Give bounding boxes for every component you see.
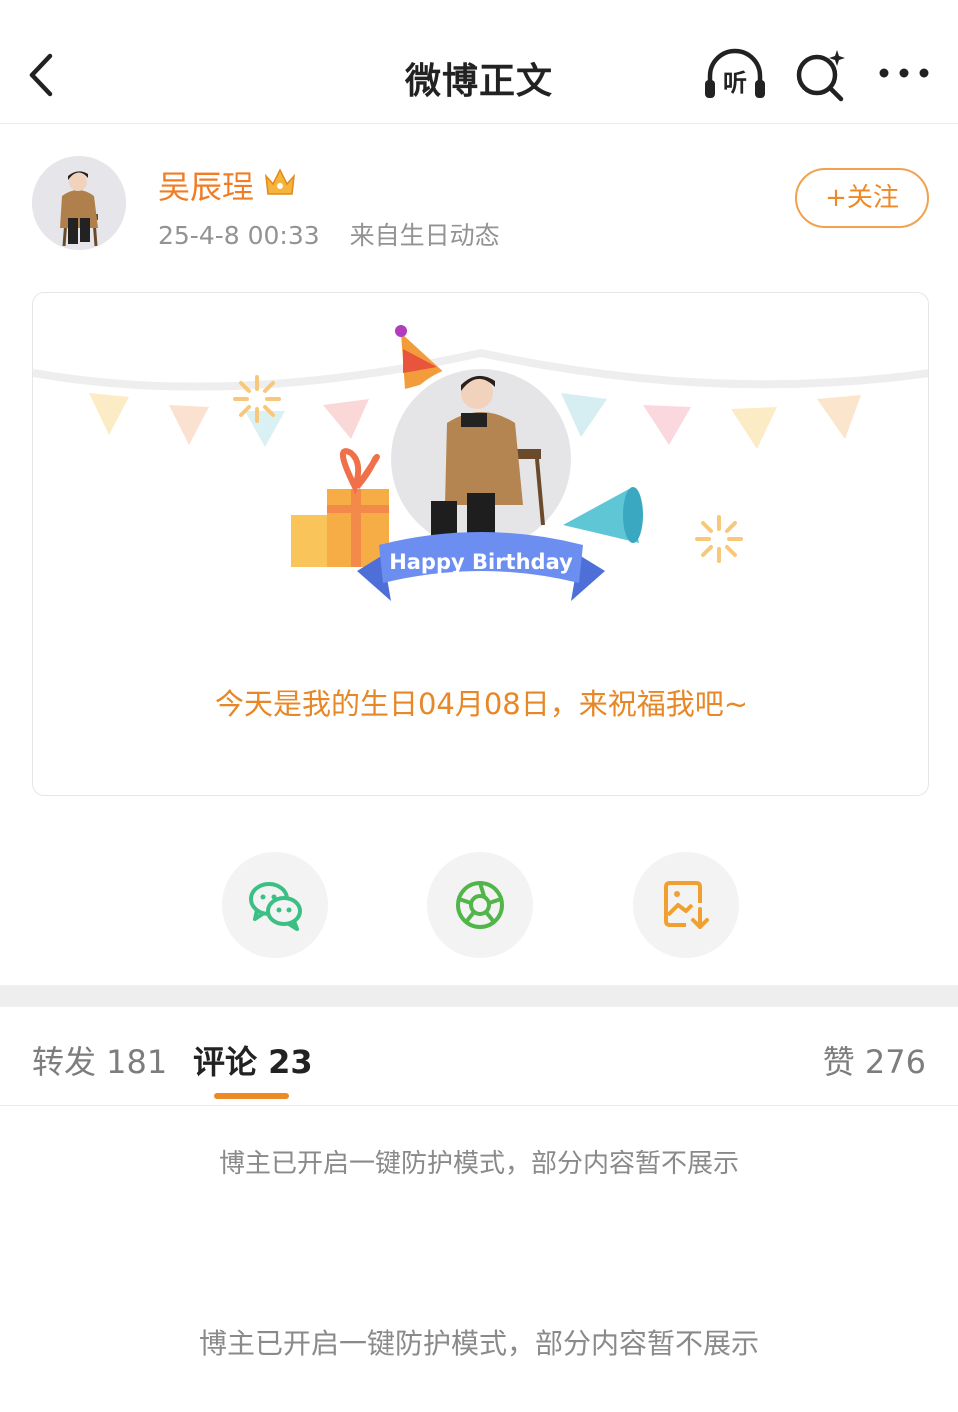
- sparkle-right-icon: [695, 515, 743, 563]
- gift-box-icon: [291, 448, 389, 567]
- tab-divider: [0, 1105, 958, 1106]
- protection-notice: 博主已开启一键防护模式，部分内容暂不展示: [198, 1327, 759, 1360]
- avatar-photo: [32, 156, 126, 250]
- save-image-icon: [664, 881, 709, 929]
- banner-text: Happy Birthday: [389, 550, 573, 574]
- happy-birthday-ribbon: Happy Birthday: [357, 532, 605, 601]
- sparkle-left-icon: [233, 375, 281, 423]
- share-wechat-button[interactable]: [222, 852, 328, 958]
- search-sparkle-icon: [796, 50, 845, 102]
- wechat-icon: [249, 882, 302, 931]
- tab-repost[interactable]: 转发 181: [32, 1037, 167, 1083]
- more-button[interactable]: [876, 58, 932, 88]
- section-separator: [0, 985, 958, 1007]
- follow-button[interactable]: +关注: [795, 168, 929, 228]
- tab-comments[interactable]: 评论 23: [193, 1037, 313, 1083]
- listen-label: 听: [723, 69, 747, 97]
- post-source[interactable]: 来自生日动态: [350, 221, 500, 250]
- moments-icon: [456, 881, 504, 929]
- tab-likes[interactable]: 赞 276: [823, 1037, 926, 1083]
- save-image-button[interactable]: [633, 852, 739, 958]
- party-horn-icon: [563, 487, 643, 543]
- post-meta: 25-4-8 00:33 来自生日动态: [158, 216, 500, 252]
- share-moments-button[interactable]: [427, 852, 533, 958]
- author-name[interactable]: 吴辰珵: [158, 162, 254, 208]
- search-button[interactable]: [794, 48, 848, 102]
- birthday-illustration: Happy Birthday: [33, 325, 928, 601]
- top-nav-bar: 微博正文 听: [0, 0, 958, 124]
- post-timestamp: 25-4-8 00:33: [158, 221, 320, 250]
- birthday-message: 今天是我的生日04月08日，来祝福我吧~: [214, 687, 749, 721]
- active-tab-indicator: [214, 1093, 289, 1099]
- birthday-card[interactable]: Happy Birthday 今天是我的生日04月08日，来祝福我吧~: [32, 292, 929, 796]
- listen-button[interactable]: 听: [702, 46, 768, 102]
- crown-icon: [264, 168, 296, 195]
- avatar[interactable]: [32, 156, 126, 250]
- headphones-icon: 听: [705, 48, 765, 98]
- protection-notice: 博主已开启一键防护模式，部分内容暂不展示: [218, 1149, 739, 1179]
- more-dots-icon: [879, 68, 929, 78]
